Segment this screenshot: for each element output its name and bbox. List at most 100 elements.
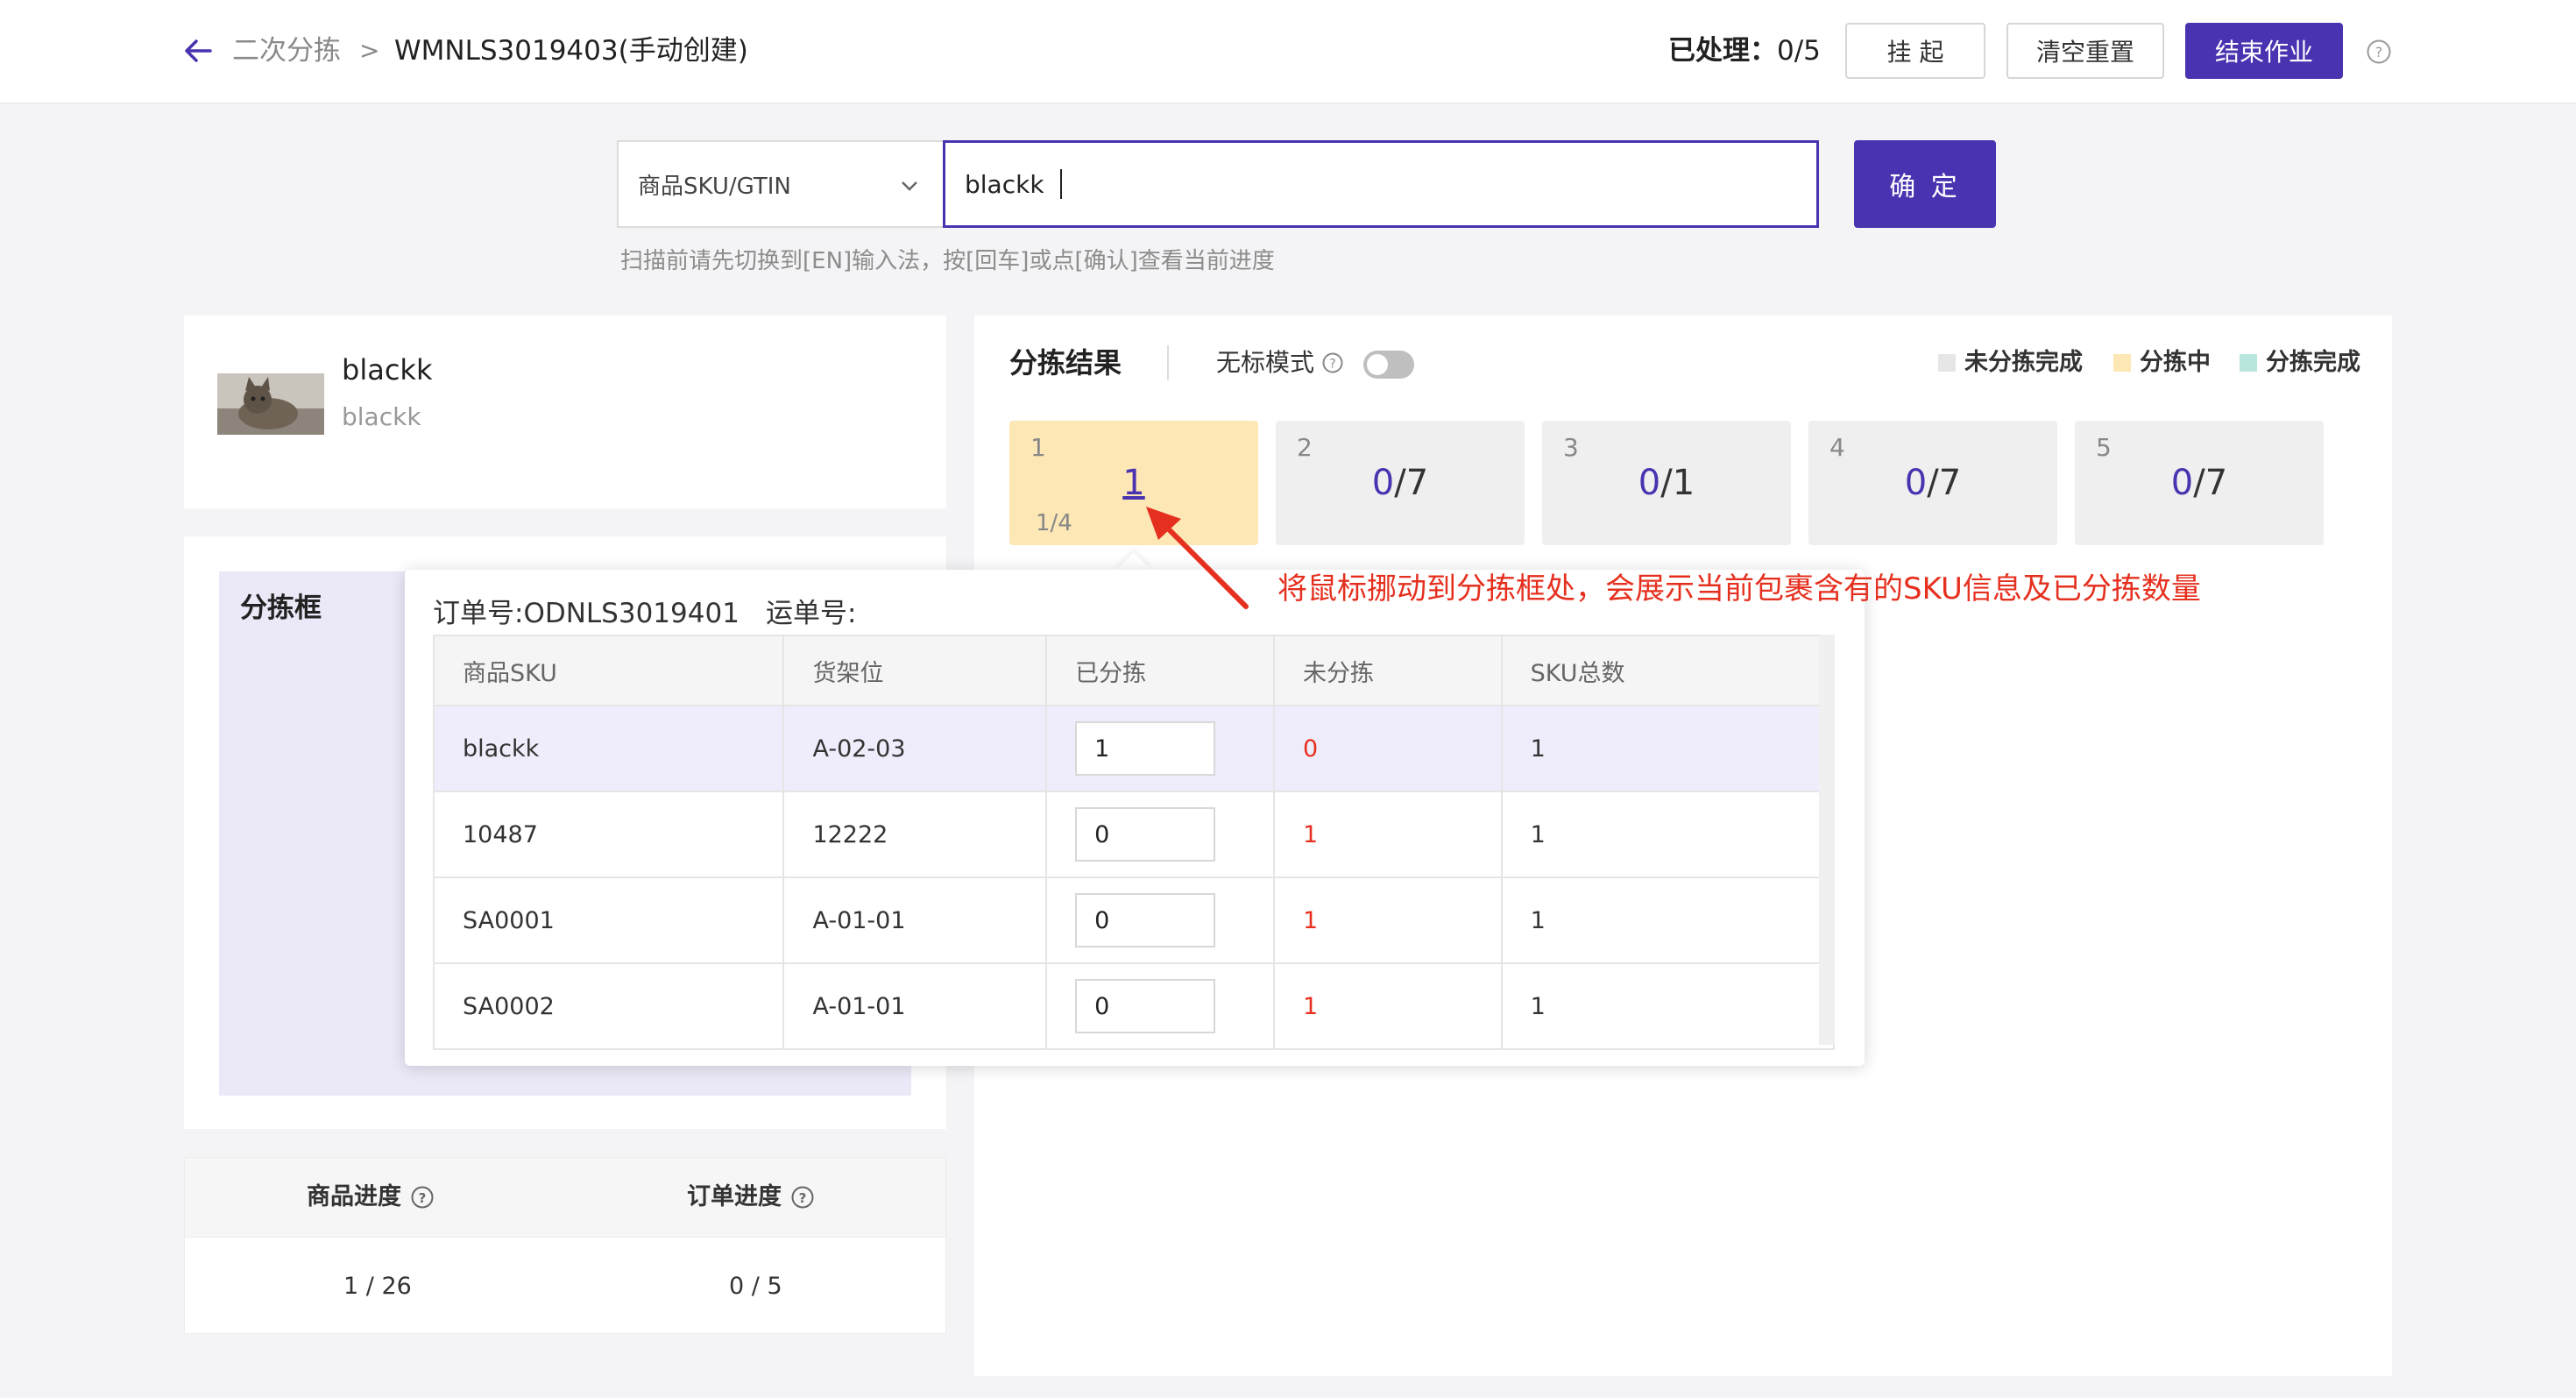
cell-shelf: 12222	[782, 791, 1048, 878]
cell-unpicked: 0	[1273, 705, 1503, 792]
cell-picked: 0	[1045, 876, 1275, 964]
question-icon[interactable]: ?	[410, 1185, 435, 1210]
slot-total: /7	[1394, 463, 1429, 503]
unlabeled-mode-toggle[interactable]	[1363, 351, 1414, 379]
sort-slot-5[interactable]: 5 0/7	[2075, 421, 2324, 545]
question-icon[interactable]: ?	[1321, 351, 1344, 374]
cell-unpicked: 1	[1273, 876, 1503, 964]
legend-finished: 分拣完成	[2240, 344, 2360, 382]
slot-picked-link[interactable]: 1	[1122, 463, 1144, 503]
product-subtitle: blackk	[342, 402, 421, 431]
table-row: 10487 12222 0 1 1	[432, 791, 1836, 878]
back-arrow-icon[interactable]	[182, 33, 214, 68]
cell-sku: 10487	[432, 791, 785, 878]
slot-number: 4	[1829, 433, 1845, 462]
cell-picked: 0	[1045, 962, 1275, 1050]
slot-done-count: 0	[2170, 463, 2194, 503]
cell-total: 1	[1500, 705, 1836, 792]
picked-qty-input[interactable]: 0	[1075, 979, 1216, 1033]
slot-done-count: 0	[1638, 463, 1661, 503]
slot-done-count: 0	[1371, 463, 1395, 503]
legend-swatch-unfinished	[1938, 354, 1956, 372]
progress-header	[184, 1157, 946, 1238]
legend-swatch-finished	[2240, 354, 2257, 372]
legend-finished-label: 分拣完成	[2266, 349, 2360, 376]
popover-order-number: 订单号:ODNLS3019401	[433, 598, 740, 629]
finish-button[interactable]: 结束作业	[2185, 23, 2343, 79]
picked-qty-input[interactable]: 1	[1075, 721, 1216, 776]
svg-text:?: ?	[799, 1190, 807, 1206]
annotation-text: 将鼠标挪动到分拣框处，会展示当前包裹含有的SKU信息及已分拣数量	[1277, 571, 2201, 607]
slot-number: 1	[1030, 433, 1046, 462]
search-input[interactable]: blackk	[943, 140, 1819, 228]
product-thumbnail	[217, 373, 324, 435]
cell-picked: 1	[1045, 705, 1275, 792]
slot-number: 3	[1563, 433, 1579, 462]
cell-shelf: A-02-03	[782, 705, 1048, 792]
svg-text:?: ?	[2375, 44, 2383, 60]
table-header-row: 商品SKU 货架位 已分拣 未分拣 SKU总数	[432, 635, 1836, 706]
slot-number: 2	[1297, 433, 1313, 462]
table-row: SA0002 A-01-01 0 1 1	[432, 962, 1836, 1050]
slot-total: /1	[1660, 463, 1695, 503]
col-header-total: SKU总数	[1500, 635, 1836, 706]
cell-unpicked: 1	[1273, 791, 1503, 878]
slot-total: /7	[1927, 463, 1962, 503]
sort-slot-3[interactable]: 3 0/1	[1542, 421, 1791, 545]
cell-sku: SA0001	[432, 876, 785, 964]
col-header-unpicked: 未分拣	[1273, 635, 1503, 706]
page-title: WMNLS3019403(手动创建)	[394, 35, 748, 67]
slot-number: 5	[2096, 433, 2112, 462]
product-name: blackk	[342, 353, 433, 387]
cell-sku: blackk	[432, 705, 785, 792]
order-progress-label: 订单进度	[687, 1183, 782, 1210]
confirm-button[interactable]: 确 定	[1854, 140, 1996, 228]
cell-picked: 0	[1045, 791, 1275, 878]
sku-table: 商品SKU 货架位 已分拣 未分拣 SKU总数 blackk A-02-03 1…	[432, 635, 1836, 1050]
slot-total: /7	[2193, 463, 2228, 503]
legend-sorting-label: 分拣中	[2140, 349, 2211, 376]
svg-text:?: ?	[1329, 358, 1335, 372]
col-header-sku: 商品SKU	[432, 635, 785, 706]
text-caret	[1059, 169, 1062, 199]
goods-progress-label: 商品进度	[307, 1183, 401, 1210]
table-row: blackk A-02-03 1 0 1	[432, 705, 1836, 792]
svg-text:?: ?	[419, 1190, 427, 1206]
legend-swatch-sorting	[2113, 354, 2131, 372]
breadcrumb-prev[interactable]: 二次分拣	[232, 30, 341, 72]
search-type-value: 商品SKU/GTIN	[638, 173, 791, 200]
picked-qty-input[interactable]: 0	[1075, 807, 1216, 862]
reset-button[interactable]: 清空重置	[2006, 23, 2164, 79]
sort-slot-2[interactable]: 2 0/7	[1276, 421, 1525, 545]
col-header-picked: 已分拣	[1045, 635, 1275, 706]
legend-sorting: 分拣中	[2113, 344, 2211, 382]
search-hint: 扫描前请先切换到[EN]输入法，按[回车]或点[确认]查看当前进度	[620, 248, 1275, 274]
picked-qty-input[interactable]: 0	[1075, 893, 1216, 947]
results-title: 分拣结果	[1009, 346, 1122, 380]
suspend-button[interactable]: 挂 起	[1845, 23, 1985, 79]
chevron-down-icon	[902, 181, 917, 191]
toggle-knob	[1367, 354, 1388, 375]
slot-progress: 1/4	[1036, 510, 1072, 536]
question-icon[interactable]: ?	[790, 1185, 815, 1210]
sort-slot-4[interactable]: 4 0/7	[1808, 421, 2057, 545]
cell-total: 1	[1500, 791, 1836, 878]
help-icon[interactable]: ?	[2366, 39, 2392, 65]
popover-waybill-number: 运单号:	[766, 598, 857, 629]
cell-sku: SA0002	[432, 962, 785, 1050]
table-scrollbar[interactable]	[1819, 635, 1835, 1045]
processed-status: 已处理：0/5	[1668, 30, 1821, 72]
cell-total: 1	[1500, 876, 1836, 964]
col-header-shelf: 货架位	[782, 635, 1048, 706]
legend-unfinished-label: 未分拣完成	[1964, 349, 2083, 376]
breadcrumb-separator: >	[359, 36, 380, 65]
table-row: SA0001 A-01-01 0 1 1	[432, 876, 1836, 964]
search-type-select[interactable]: 商品SKU/GTIN	[617, 140, 943, 228]
cell-shelf: A-01-01	[782, 876, 1048, 964]
goods-progress-header: 商品进度 ?	[307, 1157, 435, 1238]
order-progress-value: 0 / 5	[729, 1273, 782, 1300]
divider	[1167, 345, 1169, 380]
annotation-arrow	[1146, 507, 1249, 609]
cell-unpicked: 1	[1273, 962, 1503, 1050]
processed-label: 已处理：	[1668, 35, 1777, 67]
